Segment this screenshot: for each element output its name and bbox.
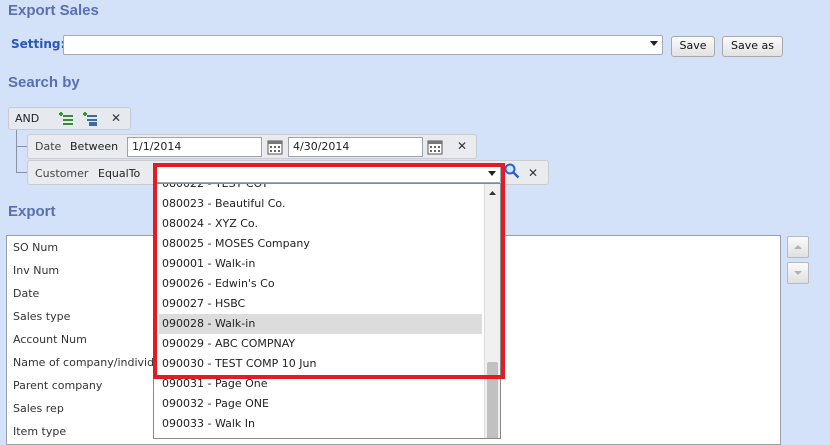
remove-condition-icon[interactable]: ✕ [528, 166, 538, 180]
add-condition-icon[interactable] [58, 111, 74, 127]
page-title: Export Sales [8, 2, 99, 19]
highlight-box [153, 163, 505, 379]
chevron-down-icon [650, 41, 658, 46]
move-down-button[interactable] [787, 262, 809, 284]
condition-operator[interactable]: EqualTo [98, 167, 140, 180]
list-item[interactable]: Sales type [13, 310, 70, 323]
chevron-up-icon [794, 245, 802, 249]
search-by-heading: Search by [8, 74, 80, 91]
group-operator-box: AND ✕ [8, 107, 131, 130]
setting-label: Setting: [11, 37, 66, 51]
tree-branch [16, 146, 27, 147]
dropdown-option[interactable]: 090032 - Page ONE [159, 394, 482, 414]
list-item[interactable]: Sales rep [13, 402, 64, 415]
move-up-button[interactable] [787, 236, 809, 258]
condition-field[interactable]: Customer [35, 167, 88, 180]
save-as-button[interactable]: Save as [722, 36, 783, 57]
date-from-input[interactable]: 1/1/2014 [127, 137, 262, 157]
list-item[interactable]: Account Num [13, 333, 87, 346]
chevron-down-icon [794, 271, 802, 275]
setting-select[interactable] [63, 35, 663, 55]
remove-group-icon[interactable]: ✕ [111, 111, 121, 125]
condition-operator[interactable]: Between [70, 140, 118, 153]
remove-condition-icon[interactable]: ✕ [457, 139, 467, 153]
tree-branch [16, 172, 27, 173]
calendar-icon[interactable] [427, 139, 443, 158]
dropdown-option[interactable]: 090033 - Walk In [159, 414, 482, 434]
list-item[interactable]: Inv Num [13, 264, 59, 277]
list-item[interactable]: SO Num [13, 241, 58, 254]
list-item[interactable]: Parent company [13, 379, 102, 392]
add-group-icon[interactable] [82, 111, 98, 127]
export-heading: Export [8, 203, 56, 220]
list-item[interactable]: Date [13, 287, 39, 300]
condition-field[interactable]: Date [35, 140, 61, 153]
list-item[interactable]: Item type [13, 425, 66, 438]
save-button[interactable]: Save [671, 36, 715, 57]
date-condition: Date Between 1/1/2014 4/30/2014 ✕ [27, 134, 477, 159]
calendar-icon[interactable] [267, 139, 283, 158]
group-operator-label: AND [15, 112, 40, 125]
date-to-input[interactable]: 4/30/2014 [288, 137, 423, 157]
tree-line [16, 130, 17, 173]
search-icon[interactable] [504, 163, 520, 182]
list-item[interactable]: Name of company/individ [13, 356, 154, 369]
